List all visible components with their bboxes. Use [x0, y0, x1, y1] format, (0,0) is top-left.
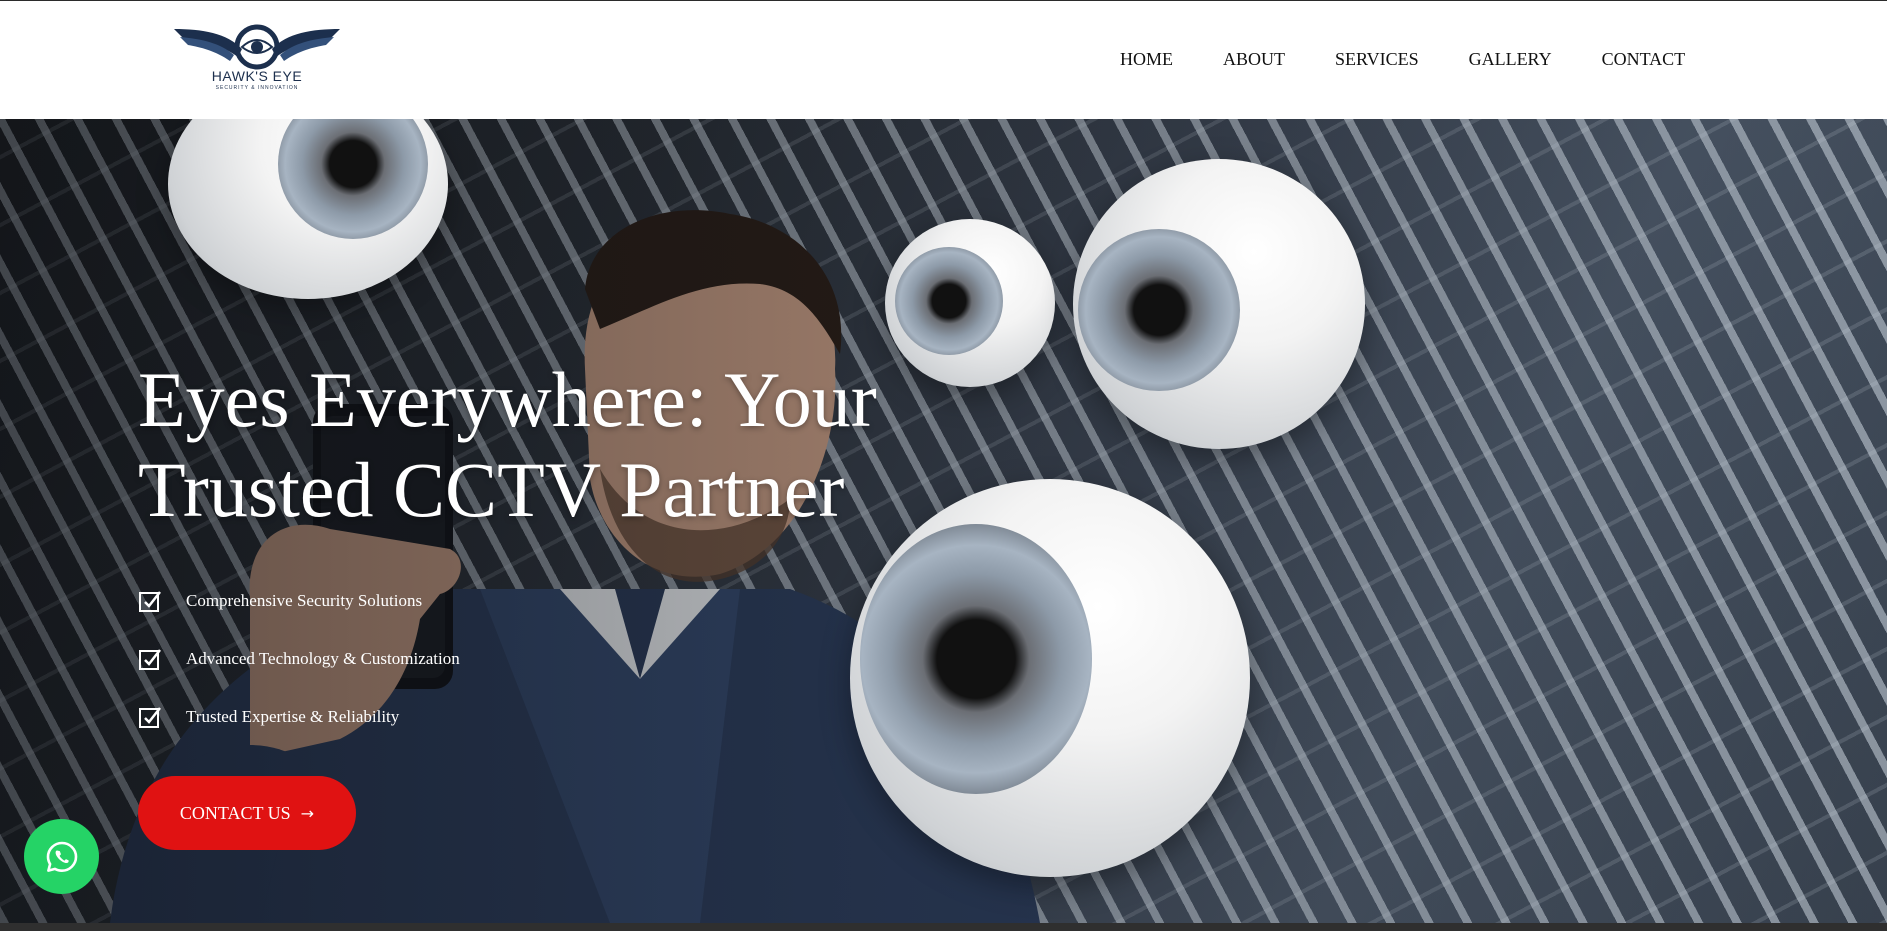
nav-home[interactable]: HOME: [1120, 49, 1173, 70]
hawk-logo-icon: [174, 24, 340, 70]
feature-item: Trusted Expertise & Reliability: [138, 688, 460, 746]
checkbox-check-icon: [139, 707, 161, 728]
checkbox-check-icon: [139, 649, 161, 670]
feature-text: Trusted Expertise & Reliability: [186, 707, 400, 726]
main-nav: HOME ABOUT SERVICES GALLERY CONTACT: [1120, 49, 1685, 70]
hero-headline: Eyes Everywhere: Your Trusted CCTV Partn…: [138, 355, 938, 535]
contact-us-label: CONTACT US: [179, 802, 291, 823]
nav-contact[interactable]: CONTACT: [1602, 49, 1686, 70]
feature-list: Comprehensive Security Solutions Advance…: [138, 572, 460, 746]
headline-line-2: Trusted CCTV Partner: [138, 446, 845, 533]
nav-about[interactable]: ABOUT: [1223, 49, 1285, 70]
logo-title: HAWK'S EYE: [211, 68, 303, 84]
whatsapp-icon: [46, 841, 77, 872]
headline-line-1: Eyes Everywhere: Your: [138, 356, 877, 443]
whatsapp-button[interactable]: [24, 819, 99, 894]
site-header: HAWK'S EYE SECURITY & INNOVATION HOME AB…: [0, 1, 1887, 119]
feature-text: Advanced Technology & Customization: [186, 649, 460, 668]
feature-item: Comprehensive Security Solutions: [138, 572, 460, 630]
bottom-bar: [0, 923, 1887, 931]
checkbox-check-icon: [139, 591, 161, 612]
arrow-right-icon: →: [300, 803, 315, 823]
logo-tagline: SECURITY & INNOVATION: [215, 85, 299, 91]
logo[interactable]: HAWK'S EYE SECURITY & INNOVATION: [172, 23, 347, 93]
contact-us-button[interactable]: CONTACT US →: [138, 776, 356, 850]
eyeball-image-3: [1073, 159, 1365, 449]
feature-item: Advanced Technology & Customization: [138, 630, 460, 688]
feature-text: Comprehensive Security Solutions: [186, 591, 423, 610]
eyeball-image-4: [850, 479, 1250, 877]
nav-gallery[interactable]: GALLERY: [1469, 49, 1552, 70]
nav-services[interactable]: SERVICES: [1335, 49, 1419, 70]
